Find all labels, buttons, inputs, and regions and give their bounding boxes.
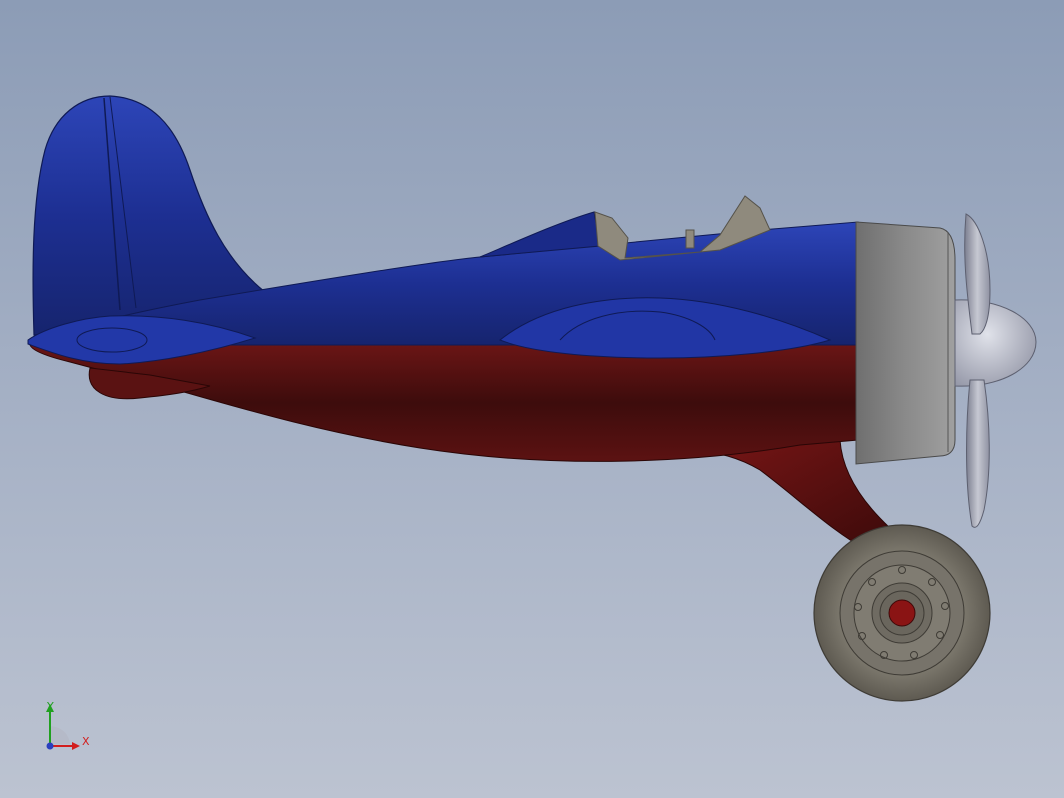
- lower-fuselage[interactable]: [29, 344, 859, 462]
- z-axis-dot: [46, 742, 54, 750]
- propeller-spinner[interactable]: [954, 299, 1037, 387]
- airplane-model[interactable]: [0, 0, 1064, 798]
- x-axis-head: [72, 742, 80, 750]
- x-axis-label: X: [82, 735, 90, 748]
- landing-wheel[interactable]: [813, 524, 991, 702]
- triad-plane: [50, 726, 70, 744]
- y-axis-label: Y: [47, 700, 54, 713]
- control-stick[interactable]: [685, 229, 695, 249]
- wheel-hub: [888, 599, 916, 627]
- graphics-viewport[interactable]: X Y: [0, 0, 1064, 798]
- engine-cowling[interactable]: [855, 221, 956, 465]
- propeller-blade-lower[interactable]: [966, 379, 990, 528]
